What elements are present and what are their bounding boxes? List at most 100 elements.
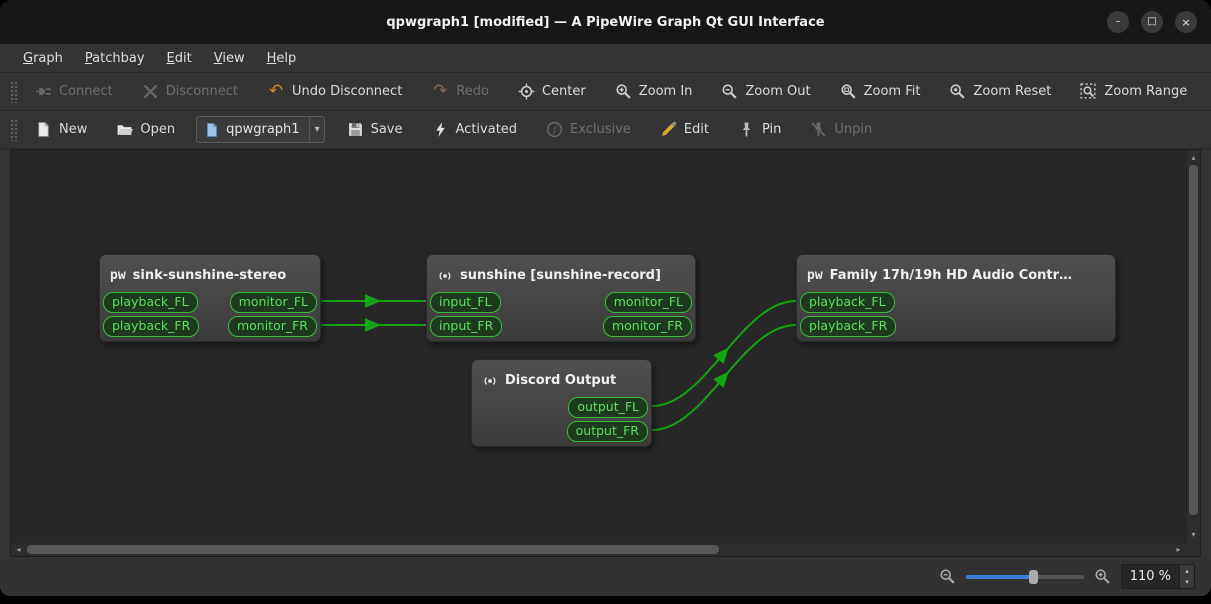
undo-disconnect-button[interactable]: ↶ Undo Disconnect [259,78,410,105]
pipewire-icon: pw [110,268,126,283]
port-row: playback_FL [797,291,1115,313]
zoom-out-label: Zoom Out [745,84,811,99]
menu-graph[interactable]: Graph [12,47,74,70]
node-sunshine-record[interactable]: sunshine [sunshine-record] input_FL moni… [426,254,696,342]
port-input[interactable]: input_FR [430,315,503,337]
zoom-reset-button[interactable]: Zoom Reset [941,78,1059,105]
activated-toggle[interactable]: Activated [424,116,526,143]
vertical-scrollbar-thumb[interactable] [1189,165,1198,515]
port-input[interactable]: playback_FL [103,291,198,313]
patchbay-profile-combobox[interactable]: qpwgraph1 ▾ [196,116,325,143]
menu-edit[interactable]: Edit [156,47,203,70]
disconnect-button: Disconnect [134,78,246,105]
scroll-up-arrow-icon[interactable]: ▴ [1187,151,1200,164]
port-input[interactable]: playback_FR [800,315,897,337]
connect-button: Connect [27,78,121,105]
node-sink-sunshine-stereo[interactable]: pw sink-sunshine-stereo playback_FL moni… [99,254,321,342]
zoom-range-button[interactable]: Zoom Range [1072,78,1195,105]
vertical-scrollbar[interactable]: ▴ ▾ [1186,150,1200,542]
scroll-right-arrow-icon[interactable]: ▸ [1172,543,1185,556]
graph-canvas[interactable]: pw sink-sunshine-stereo playback_FL moni… [11,150,1186,542]
zoom-range-label: Zoom Range [1104,84,1188,99]
pin-button[interactable]: Pin [730,116,789,143]
zoom-reset-label: Zoom Reset [973,84,1052,99]
port-output[interactable]: output_FL [568,396,648,418]
pipewire-icon: pw [807,268,823,283]
chevron-down-icon[interactable]: ▾ [308,117,320,142]
port-row: output_FL [472,396,651,418]
minimize-button[interactable]: – [1107,11,1129,33]
edit-label: Edit [683,122,709,137]
open-folder-icon [116,121,133,138]
port-input[interactable]: input_FL [430,291,501,313]
scroll-down-arrow-icon[interactable]: ▾ [1187,528,1200,541]
menu-view[interactable]: View [203,47,256,70]
app-window: qpwgraph1 [modified] — A PipeWire Graph … [0,0,1211,596]
scrollbar-corner [1186,542,1200,556]
center-button[interactable]: Center [510,78,594,105]
zoom-range-icon [1080,83,1097,100]
new-button[interactable]: New [27,116,95,143]
save-label: Save [370,122,403,137]
port-output[interactable]: monitor_FR [227,315,317,337]
close-button[interactable]: × [1175,11,1197,33]
zoom-spinbox[interactable]: 110 % ▴ ▾ [1120,564,1195,589]
redo-icon: ↷ [433,81,448,101]
spin-down-icon[interactable]: ▾ [1180,577,1194,589]
new-label: New [59,122,88,137]
node-title-text: sink-sunshine-stereo [132,268,287,283]
pin-label: Pin [762,122,782,137]
graph-toolbar: Connect Disconnect ↶ Undo Disconnect ↷ R… [0,73,1211,111]
unpin-icon [810,121,827,138]
zoom-out-button[interactable]: Zoom Out [713,78,818,105]
speaker-icon [482,373,498,389]
exclusive-toggle: Exclusive [538,116,639,143]
open-button[interactable]: Open [108,116,183,143]
port-row: playback_FR [797,315,1115,337]
connection-wires [320,294,797,431]
horizontal-scrollbar[interactable]: ◂ ▸ [11,542,1186,556]
scroll-left-arrow-icon[interactable]: ◂ [12,543,25,556]
node-title: sunshine [sunshine-record] [427,255,695,291]
zoom-slider-fill [965,574,1031,579]
zoom-fit-button[interactable]: Zoom Fit [832,78,929,105]
port-output[interactable]: monitor_FR [602,315,692,337]
zoom-slider-handle[interactable] [1029,569,1039,584]
port-input[interactable]: playback_FR [103,315,200,337]
zoom-in-mini-icon [1094,568,1111,585]
zoom-value[interactable]: 110 % [1122,565,1179,588]
toolbar-drag-handle[interactable] [10,118,18,141]
zoom-in-button[interactable]: Zoom In [607,78,701,105]
menu-help[interactable]: Help [256,47,308,70]
window-title: qpwgraph1 [modified] — A PipeWire Graph … [386,14,825,30]
pin-icon [738,121,755,138]
zoom-spin-arrows: ▴ ▾ [1179,565,1194,588]
node-family-hd-audio[interactable]: pw Family 17h/19h HD Audio Contr… playba… [796,254,1116,342]
port-output[interactable]: output_FR [566,420,648,442]
port-input[interactable]: playback_FL [800,291,895,313]
unpin-label: Unpin [834,122,873,137]
maximize-button[interactable]: □ [1141,11,1163,33]
edit-toggle[interactable]: Edit [652,116,717,143]
menu-patchbay[interactable]: Patchbay [74,47,156,70]
save-button[interactable]: Save [339,116,411,143]
disconnect-icon [142,83,159,100]
node-discord-output[interactable]: Discord Output output_FL output_FR [471,359,652,447]
toolbar-drag-handle[interactable] [10,80,18,103]
port-output[interactable]: monitor_FL [604,291,692,313]
maximize-icon: □ [1147,16,1157,27]
spin-up-icon[interactable]: ▴ [1180,565,1194,577]
unpin-button: Unpin [802,116,880,143]
canvas-frame: pw sink-sunshine-stereo playback_FL moni… [10,149,1201,557]
port-output[interactable]: monitor_FL [229,291,317,313]
exclusive-label: Exclusive [570,122,631,137]
horizontal-scrollbar-thumb[interactable] [27,545,719,554]
undo-icon: ↶ [268,81,284,101]
connect-label: Connect [59,84,113,99]
open-label: Open [140,122,176,137]
zoom-slider[interactable] [965,569,1084,585]
node-title-text: Family 17h/19h HD Audio Contr… [829,268,1073,283]
activated-label: Activated [455,122,518,137]
zoom-out-mini-icon [939,568,956,585]
zoom-fit-label: Zoom Fit [863,84,921,99]
